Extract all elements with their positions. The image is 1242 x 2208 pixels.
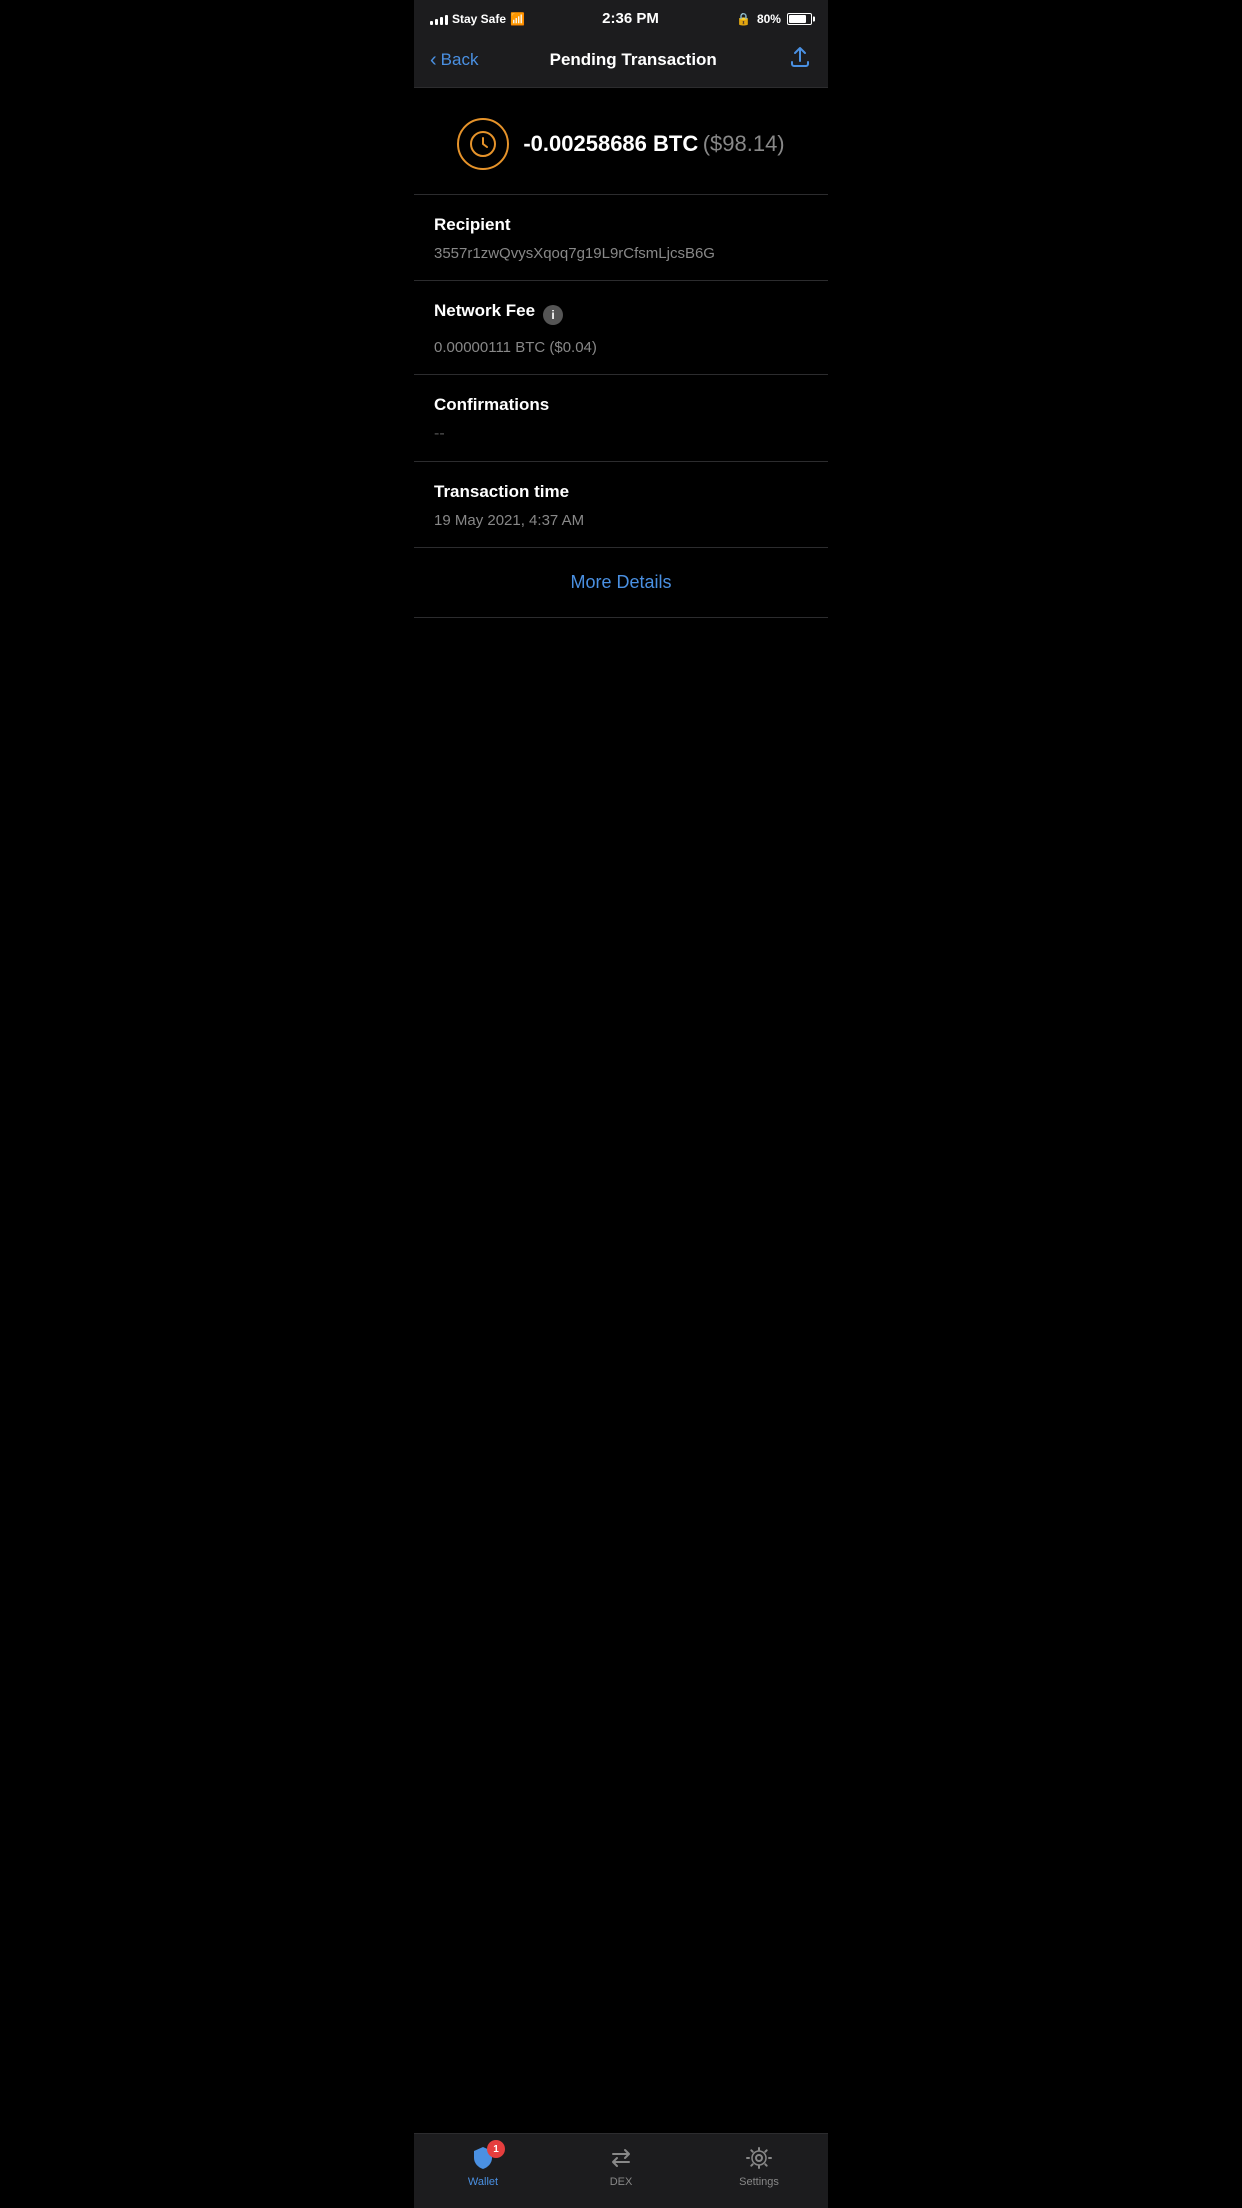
dex-icon-container [607,2144,635,2172]
network-fee-value: 0.00000111 BTC ($0.04) [434,337,808,358]
more-details-section: More Details [414,548,828,618]
transaction-time-value: 19 May 2021, 4:37 AM [434,510,808,531]
transaction-amount-usd: ($98.14) [703,131,785,156]
wallet-badge: 1 [487,2140,505,2158]
page-title: Pending Transaction [550,50,717,70]
network-fee-section: Network Fee i 0.00000111 BTC ($0.04) [414,281,828,375]
confirmations-section: Confirmations -- [414,375,828,462]
wifi-icon: 📶 [510,12,525,26]
transaction-amount-btc: -0.00258686 BTC [523,131,698,156]
recipient-address: 3557r1zwQvysXqoq7g19L9rCfsmLjcsB6G [434,243,808,264]
nav-bar: ‹ Back Pending Transaction [414,33,828,88]
status-bar: Stay Safe 📶 2:36 PM 🔒 80% [414,0,828,33]
wallet-icon-container: 1 [469,2144,497,2172]
battery-icon [787,13,812,25]
confirmations-label: Confirmations [434,395,808,415]
more-details-button[interactable]: More Details [570,568,671,597]
back-label: Back [441,50,479,70]
dex-tab-label: DEX [610,2176,633,2188]
transaction-time-section: Transaction time 19 May 2021, 4:37 AM [414,462,828,548]
status-time: 2:36 PM [602,10,659,27]
share-icon [788,45,812,69]
recipient-label: Recipient [434,215,808,235]
signal-bar-1 [430,21,433,25]
tab-wallet[interactable]: 1 Wallet [414,2144,552,2188]
signal-bar-3 [440,17,443,25]
settings-tab-icon [745,2144,773,2172]
recipient-section: Recipient 3557r1zwQvysXqoq7g19L9rCfsmLjc… [414,195,828,281]
signal-bar-4 [445,15,448,25]
network-fee-info-button[interactable]: i [543,305,563,325]
share-button[interactable] [788,45,812,75]
back-button[interactable]: ‹ Back [430,50,478,70]
signal-bars [430,13,448,25]
signal-bar-2 [435,19,438,25]
transaction-time-label: Transaction time [434,482,808,502]
main-content: -0.00258686 BTC ($98.14) Recipient 3557r… [414,88,828,818]
settings-icon-container [745,2144,773,2172]
content-spacer [414,618,828,818]
network-fee-label: Network Fee [434,301,535,321]
transaction-header: -0.00258686 BTC ($98.14) [414,88,828,195]
pending-clock-icon [457,118,509,170]
tab-bar: 1 Wallet DEX Settings [414,2133,828,2208]
transaction-amount-container: -0.00258686 BTC ($98.14) [523,131,784,157]
dex-tab-icon [607,2144,635,2172]
confirmations-value: -- [434,423,808,445]
clock-svg [469,130,497,158]
carrier-label: Stay Safe [452,12,506,26]
tab-dex[interactable]: DEX [552,2144,690,2188]
lock-icon: 🔒 [736,12,751,26]
battery-percent: 80% [757,12,781,26]
status-left: Stay Safe 📶 [430,12,525,26]
wallet-tab-label: Wallet [468,2176,498,2188]
status-right: 🔒 80% [736,12,812,26]
back-chevron-icon: ‹ [430,50,437,70]
network-fee-label-row: Network Fee i [434,301,808,329]
battery-fill [789,15,806,23]
settings-tab-label: Settings [739,2176,779,2188]
tab-settings[interactable]: Settings [690,2144,828,2188]
